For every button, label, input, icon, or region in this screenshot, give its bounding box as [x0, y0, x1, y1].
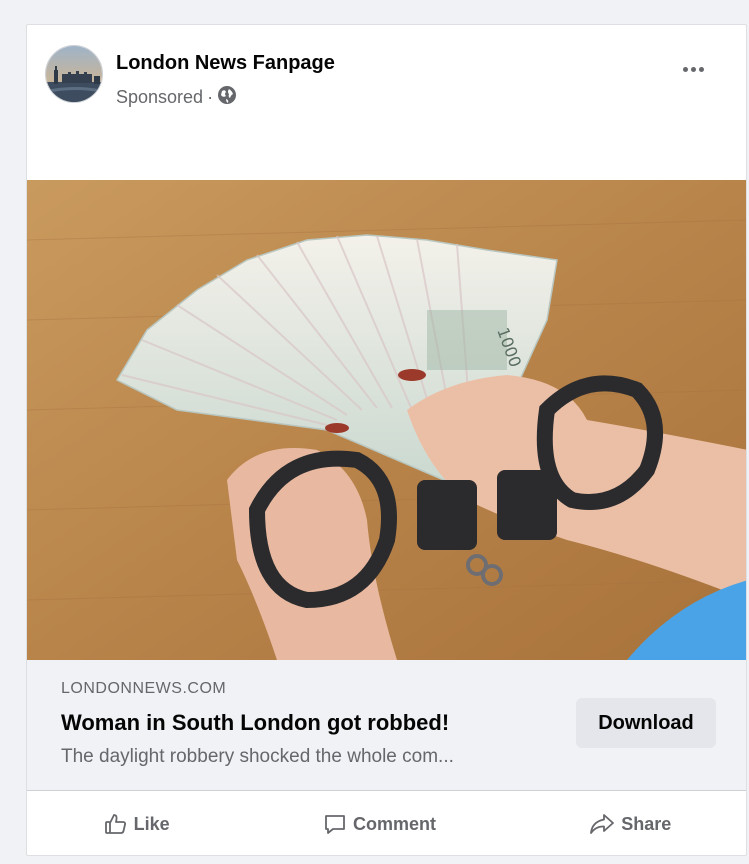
- thumbs-up-icon: [104, 812, 128, 836]
- link-domain: LONDONNEWS.COM: [61, 680, 227, 697]
- like-button[interactable]: Like: [88, 804, 186, 844]
- page-name[interactable]: London News Fanpage: [116, 52, 335, 75]
- comment-button[interactable]: Comment: [307, 804, 452, 844]
- page-avatar[interactable]: [45, 45, 103, 103]
- comment-label: Comment: [352, 813, 436, 834]
- share-arrow-icon: [589, 812, 615, 836]
- post-header: London News Fanpage Sponsored ·: [27, 25, 746, 180]
- like-label: Like: [133, 813, 170, 834]
- handcuffed-hands-holding-money-image: 1000: [27, 180, 746, 660]
- download-button[interactable]: Download: [576, 698, 716, 748]
- post-actions-bar: Like Comment Share: [27, 790, 746, 855]
- sponsored-label[interactable]: Sponsored: [116, 87, 203, 108]
- comment-bubble-icon: [323, 812, 347, 836]
- london-skyline-avatar-image: [46, 46, 102, 102]
- globe-icon: [217, 85, 237, 110]
- meta-separator: ·: [207, 87, 214, 107]
- link-headline[interactable]: Woman in South London got robbed!: [61, 710, 449, 736]
- share-label: Share: [621, 813, 672, 834]
- post-image[interactable]: 1000: [27, 180, 746, 660]
- link-preview[interactable]: LONDONNEWS.COM Woman in South London got…: [27, 660, 746, 790]
- link-description: The daylight robbery shocked the whole c…: [61, 746, 454, 767]
- post-meta: Sponsored ·: [116, 85, 237, 110]
- more-options-icon[interactable]: [678, 57, 708, 81]
- share-button[interactable]: Share: [573, 804, 687, 844]
- sponsored-post-card: London News Fanpage Sponsored · 1000 LON…: [26, 24, 747, 856]
